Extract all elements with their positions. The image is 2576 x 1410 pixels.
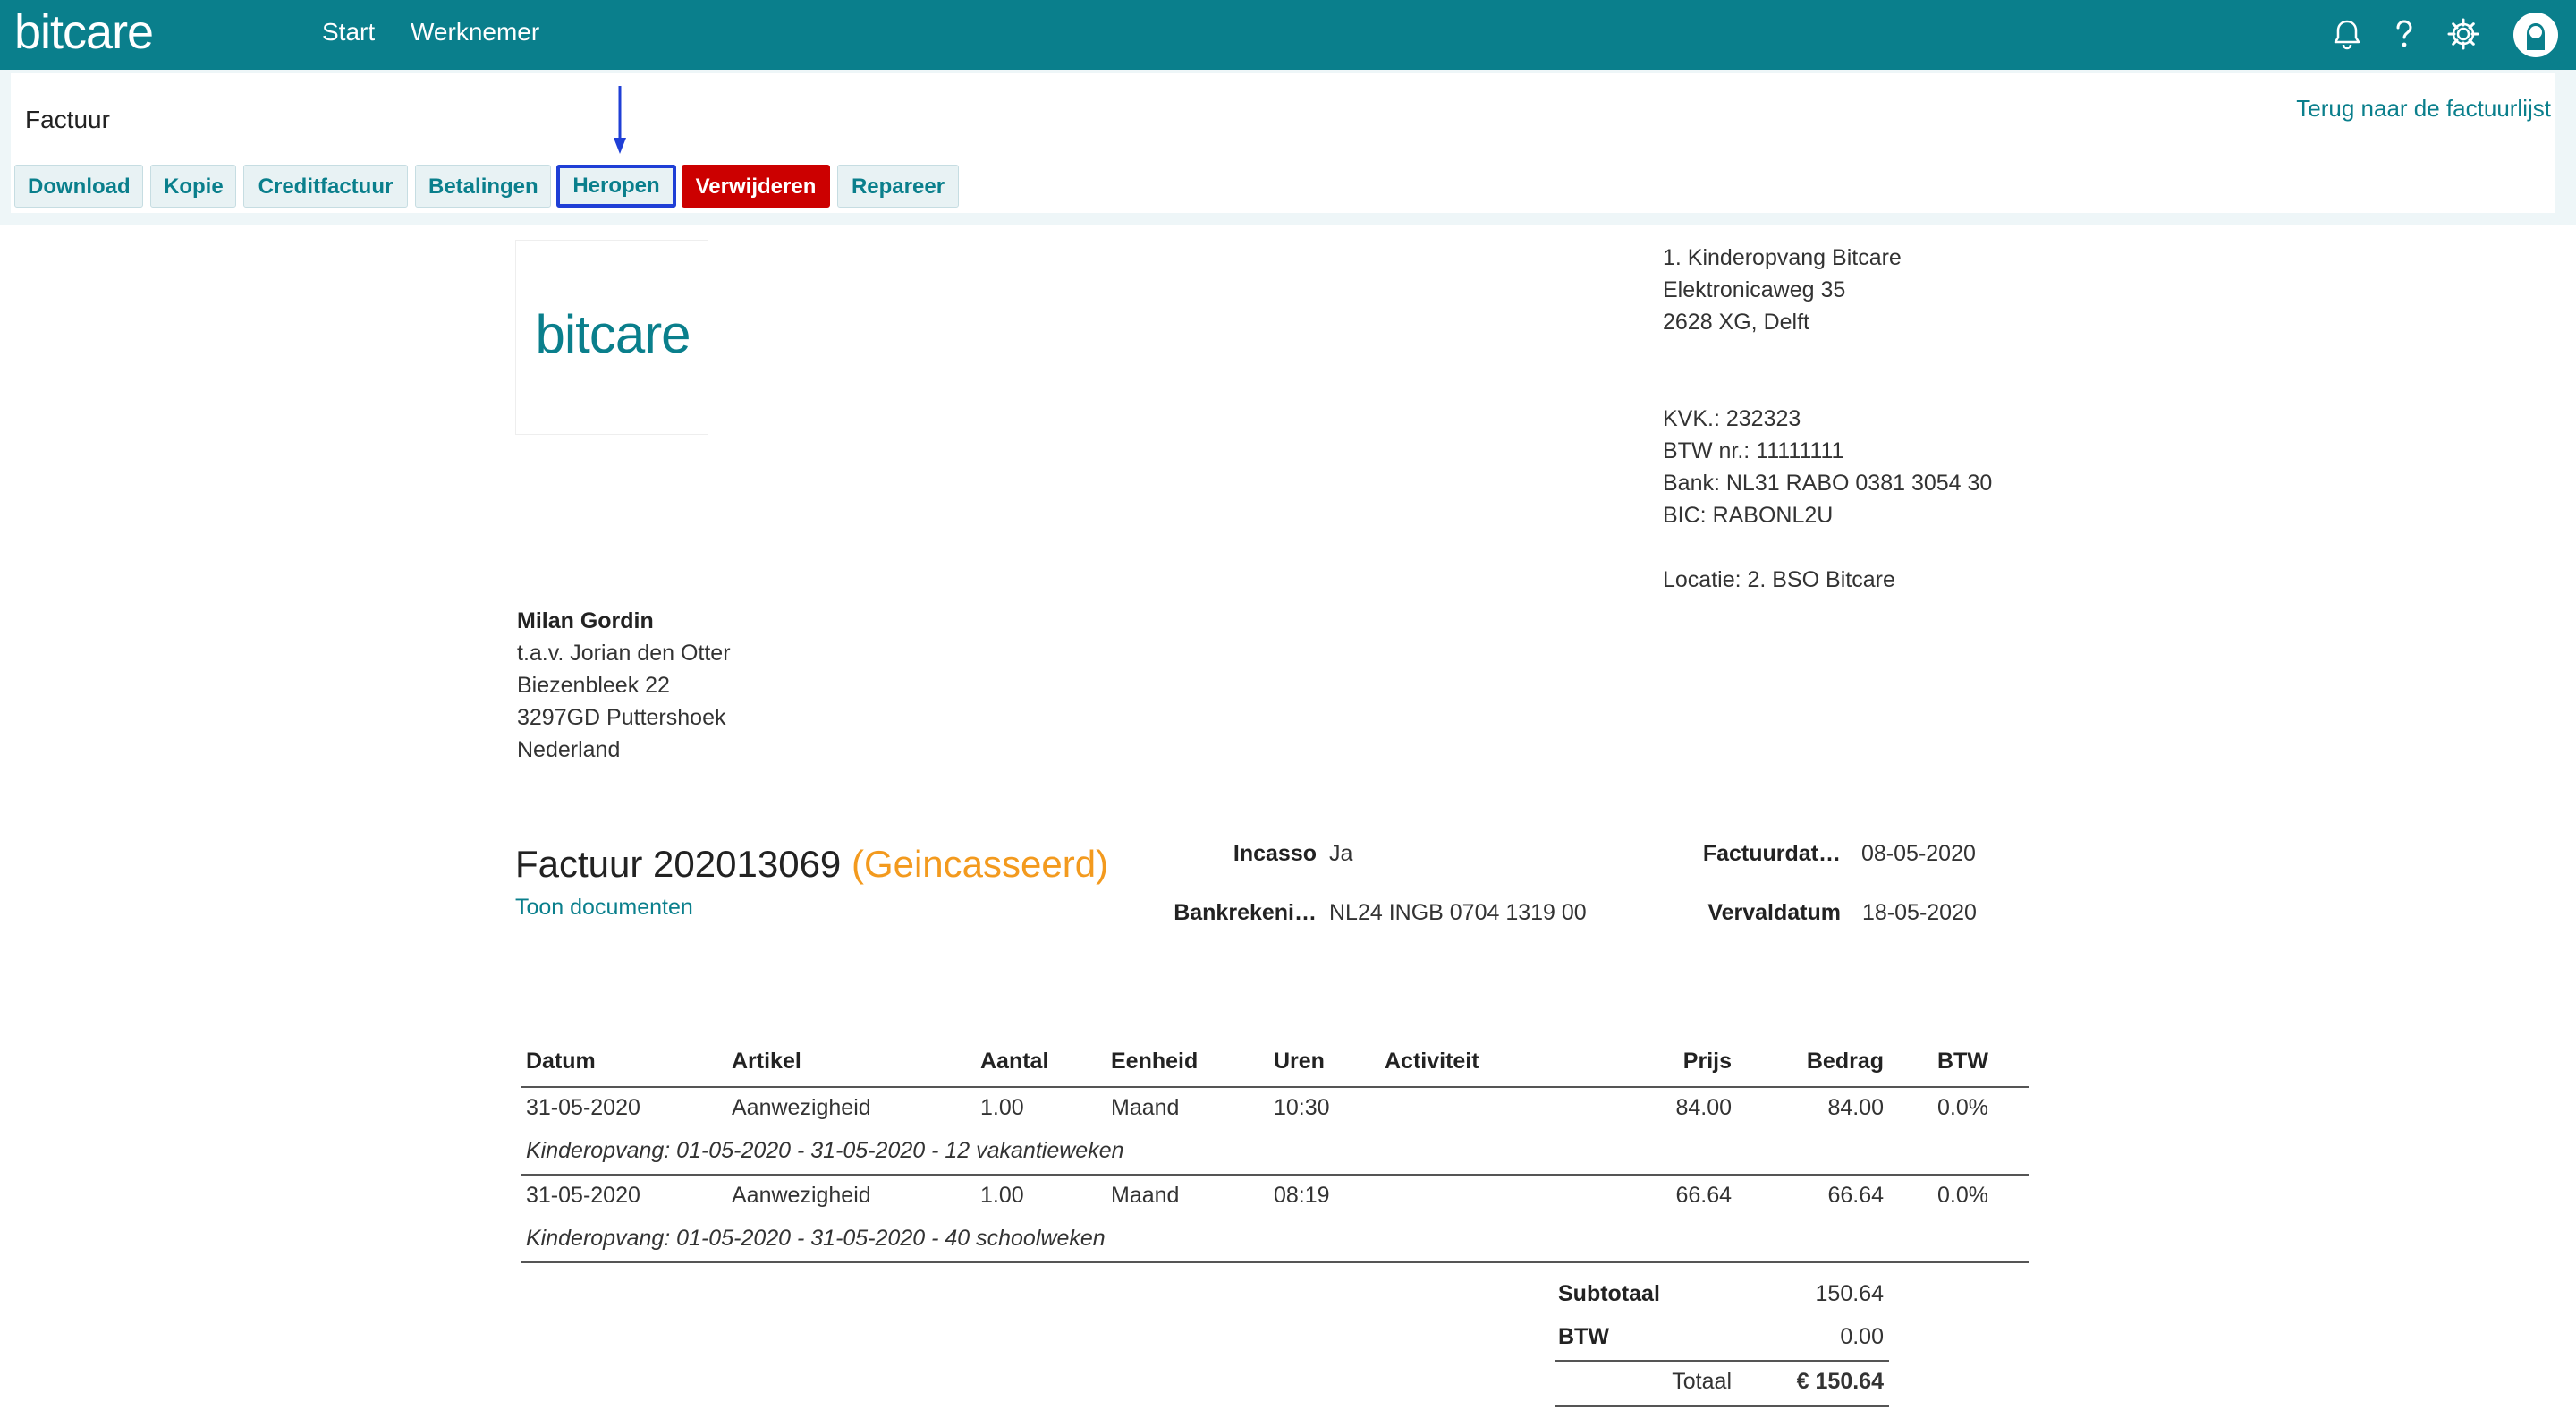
invoice-status: (Geincasseerd) xyxy=(851,843,1109,885)
column-header-prijs: Prijs xyxy=(1682,1049,1732,1074)
company-street: Elektronicaweg 35 xyxy=(1663,277,1846,302)
invoice-date-label: Factuurdat… xyxy=(1702,841,1841,866)
row-description: Kinderopvang: 01-05-2020 - 31-05-2020 - … xyxy=(526,1138,1124,1163)
cell-bedrag: 84.00 xyxy=(1827,1095,1884,1120)
row-description: Kinderopvang: 01-05-2020 - 31-05-2020 - … xyxy=(526,1226,1106,1251)
credit-invoice-button[interactable]: Creditfactuur xyxy=(243,165,408,208)
column-header-bedrag: Bedrag xyxy=(1806,1049,1884,1074)
row-divider xyxy=(521,1174,2029,1176)
bank-account-label: Bankrekeni… xyxy=(1174,900,1317,925)
copy-button[interactable]: Kopie xyxy=(150,165,236,208)
company-bic: BIC: RABONL2U xyxy=(1663,503,1834,528)
recipient-name: Milan Gordin xyxy=(517,608,654,633)
company-logo-text: bitcare xyxy=(535,304,691,364)
nav-item-start[interactable]: Start xyxy=(322,0,375,70)
repair-button[interactable]: Repareer xyxy=(837,165,959,208)
recipient-country: Nederland xyxy=(517,737,621,762)
company-location: Locatie: 2. BSO Bitcare xyxy=(1663,567,1895,592)
cell-artikel: Aanwezigheid xyxy=(732,1095,871,1120)
recipient-street: Biezenbleek 22 xyxy=(517,673,670,698)
top-navigation-bar: bitcare Start Werknemer xyxy=(0,0,2576,70)
help-icon[interactable] xyxy=(2385,14,2424,54)
totals-divider xyxy=(1555,1360,1889,1362)
reopen-button[interactable]: Heropen xyxy=(556,165,676,208)
delete-button[interactable]: Verwijderen xyxy=(682,165,830,208)
bell-icon[interactable] xyxy=(2327,14,2367,54)
download-button[interactable]: Download xyxy=(14,165,143,208)
user-avatar-icon[interactable] xyxy=(2512,11,2560,59)
column-header-artikel: Artikel xyxy=(732,1049,801,1074)
cell-artikel: Aanwezigheid xyxy=(732,1183,871,1208)
column-header-uren: Uren xyxy=(1274,1049,1325,1074)
brand-logo[interactable]: bitcare xyxy=(14,0,154,70)
column-header-eenheid: Eenheid xyxy=(1111,1049,1199,1074)
column-header-btw: BTW xyxy=(1937,1049,1988,1074)
recipient-attention: t.a.v. Jorian den Otter xyxy=(517,641,731,666)
table-header-divider xyxy=(521,1086,2029,1088)
cell-prijs: 66.64 xyxy=(1675,1183,1732,1208)
company-btw-number: BTW nr.: 11111111 xyxy=(1663,438,1844,463)
show-documents-link[interactable]: Toon documenten xyxy=(515,895,693,921)
back-to-invoice-list-link[interactable]: Terug naar de factuurlijst xyxy=(2296,95,2551,123)
company-bank: Bank: NL31 RABO 0381 3054 30 xyxy=(1663,471,1993,496)
invoice-number: Factuur 202013069 xyxy=(515,843,842,885)
cell-uren: 10:30 xyxy=(1274,1095,1330,1120)
incasso-label: Incasso xyxy=(1233,841,1317,866)
cell-eenheid: Maand xyxy=(1111,1183,1180,1208)
cell-aantal: 1.00 xyxy=(980,1183,1024,1208)
nav-item-werknemer[interactable]: Werknemer xyxy=(411,0,539,70)
cell-prijs: 84.00 xyxy=(1675,1095,1732,1120)
column-header-datum: Datum xyxy=(526,1049,596,1074)
total-value: € 150.64 xyxy=(1796,1369,1884,1394)
column-header-activiteit: Activiteit xyxy=(1385,1049,1479,1074)
cell-bedrag: 66.64 xyxy=(1827,1183,1884,1208)
company-city: 2628 XG, Delft xyxy=(1663,310,1809,335)
company-kvk: KVK.: 232323 xyxy=(1663,406,1801,431)
subtotal-label: Subtotaal xyxy=(1558,1281,1660,1306)
btw-total-value: 0.00 xyxy=(1840,1324,1884,1349)
column-header-aantal: Aantal xyxy=(980,1049,1049,1074)
bank-account-value: NL24 INGB 0704 1319 00 xyxy=(1329,900,1587,925)
table-bottom-divider xyxy=(521,1261,2029,1263)
payments-button[interactable]: Betalingen xyxy=(415,165,551,208)
total-label: Totaal xyxy=(1672,1369,1732,1394)
gear-icon[interactable] xyxy=(2444,14,2483,54)
invoice-date-value: 08-05-2020 xyxy=(1861,841,1976,866)
due-date-value: 18-05-2020 xyxy=(1862,900,1977,925)
company-name: 1. Kinderopvang Bitcare xyxy=(1663,245,1902,270)
cell-aantal: 1.00 xyxy=(980,1095,1024,1120)
cell-datum: 31-05-2020 xyxy=(526,1183,640,1208)
btw-total-label: BTW xyxy=(1558,1324,1609,1349)
company-logo: bitcare xyxy=(515,240,708,435)
subtotal-value: 150.64 xyxy=(1815,1281,1884,1306)
cell-uren: 08:19 xyxy=(1274,1183,1330,1208)
recipient-city: 3297GD Puttershoek xyxy=(517,705,726,730)
page-title: Factuur xyxy=(25,106,110,133)
cell-btw: 0.0% xyxy=(1937,1095,1988,1120)
due-date-label: Vervaldatum xyxy=(1707,900,1841,925)
totals-bottom-divider xyxy=(1555,1405,1889,1407)
cell-btw: 0.0% xyxy=(1937,1183,1988,1208)
cell-datum: 31-05-2020 xyxy=(526,1095,640,1120)
invoice-title: Factuur 202013069 (Geincasseerd) xyxy=(515,843,1108,886)
arrow-down-icon xyxy=(614,86,626,154)
cell-eenheid: Maand xyxy=(1111,1095,1180,1120)
incasso-value: Ja xyxy=(1329,841,1353,866)
